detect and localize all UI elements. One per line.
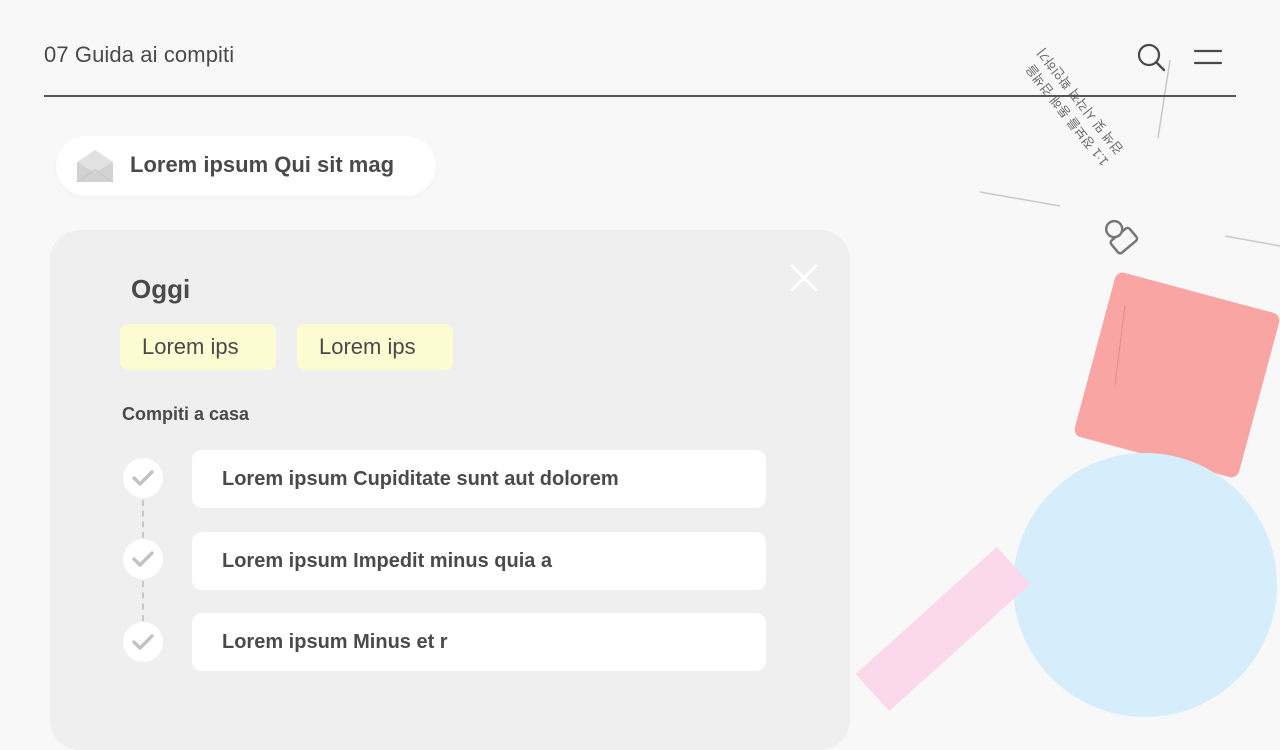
timeline-connector: [142, 581, 144, 621]
pink-bar-shape: [855, 546, 1031, 712]
homework-card: Oggi Lorem ips Lorem ips Compiti a casa …: [50, 230, 850, 750]
close-button[interactable]: [786, 260, 822, 296]
task-checkbox-1[interactable]: [123, 458, 163, 498]
tag-1[interactable]: Lorem ips: [120, 324, 276, 370]
timeline-connector: [142, 500, 144, 538]
close-icon: [790, 264, 818, 292]
rotated-caption-line-2: 검색 및 시각적 확인하기: [1034, 45, 1127, 158]
red-square-mark: [1114, 304, 1126, 386]
task-item-2[interactable]: Lorem ipsum Impedit minus quia a: [192, 532, 766, 590]
page-title: 07 Guida ai compiti: [44, 42, 235, 67]
search-button[interactable]: [1135, 41, 1167, 73]
check-icon: [132, 634, 154, 650]
red-square-shape: [1074, 272, 1280, 478]
task-item-1[interactable]: Lorem ipsum Cupiditate sunt aut dolorem: [192, 450, 766, 508]
user-outline-icon: [1104, 219, 1139, 255]
deco-line-3: [1224, 235, 1280, 247]
deco-line-1: [979, 191, 1061, 207]
info-pill[interactable]: Lorem ipsum Qui sit mag: [56, 136, 436, 196]
rotated-caption-line-1: 1:1 정보를 통해 검색을: [1022, 61, 1112, 169]
menu-button[interactable]: [1192, 41, 1224, 73]
section-label: Compiti a casa: [122, 404, 250, 424]
envelope-open-icon: [76, 150, 114, 183]
check-icon: [132, 470, 154, 486]
card-heading: Oggi: [131, 274, 191, 304]
blue-circle-shape: [1013, 453, 1277, 717]
menu-icon: [1193, 49, 1223, 65]
header-divider: [44, 95, 1236, 97]
check-icon: [132, 551, 154, 567]
tag-2[interactable]: Lorem ips: [297, 324, 453, 370]
task-checkbox-3[interactable]: [123, 622, 163, 662]
pill-label: Lorem ipsum Qui sit mag: [130, 152, 395, 177]
task-item-3[interactable]: Lorem ipsum Minus et r: [192, 613, 766, 671]
search-icon: [1137, 43, 1166, 72]
rotated-caption: 1:1 정보를 통해 검색을 검색 및 시각적 확인하기: [975, 0, 1128, 170]
task-checkbox-2[interactable]: [123, 539, 163, 579]
